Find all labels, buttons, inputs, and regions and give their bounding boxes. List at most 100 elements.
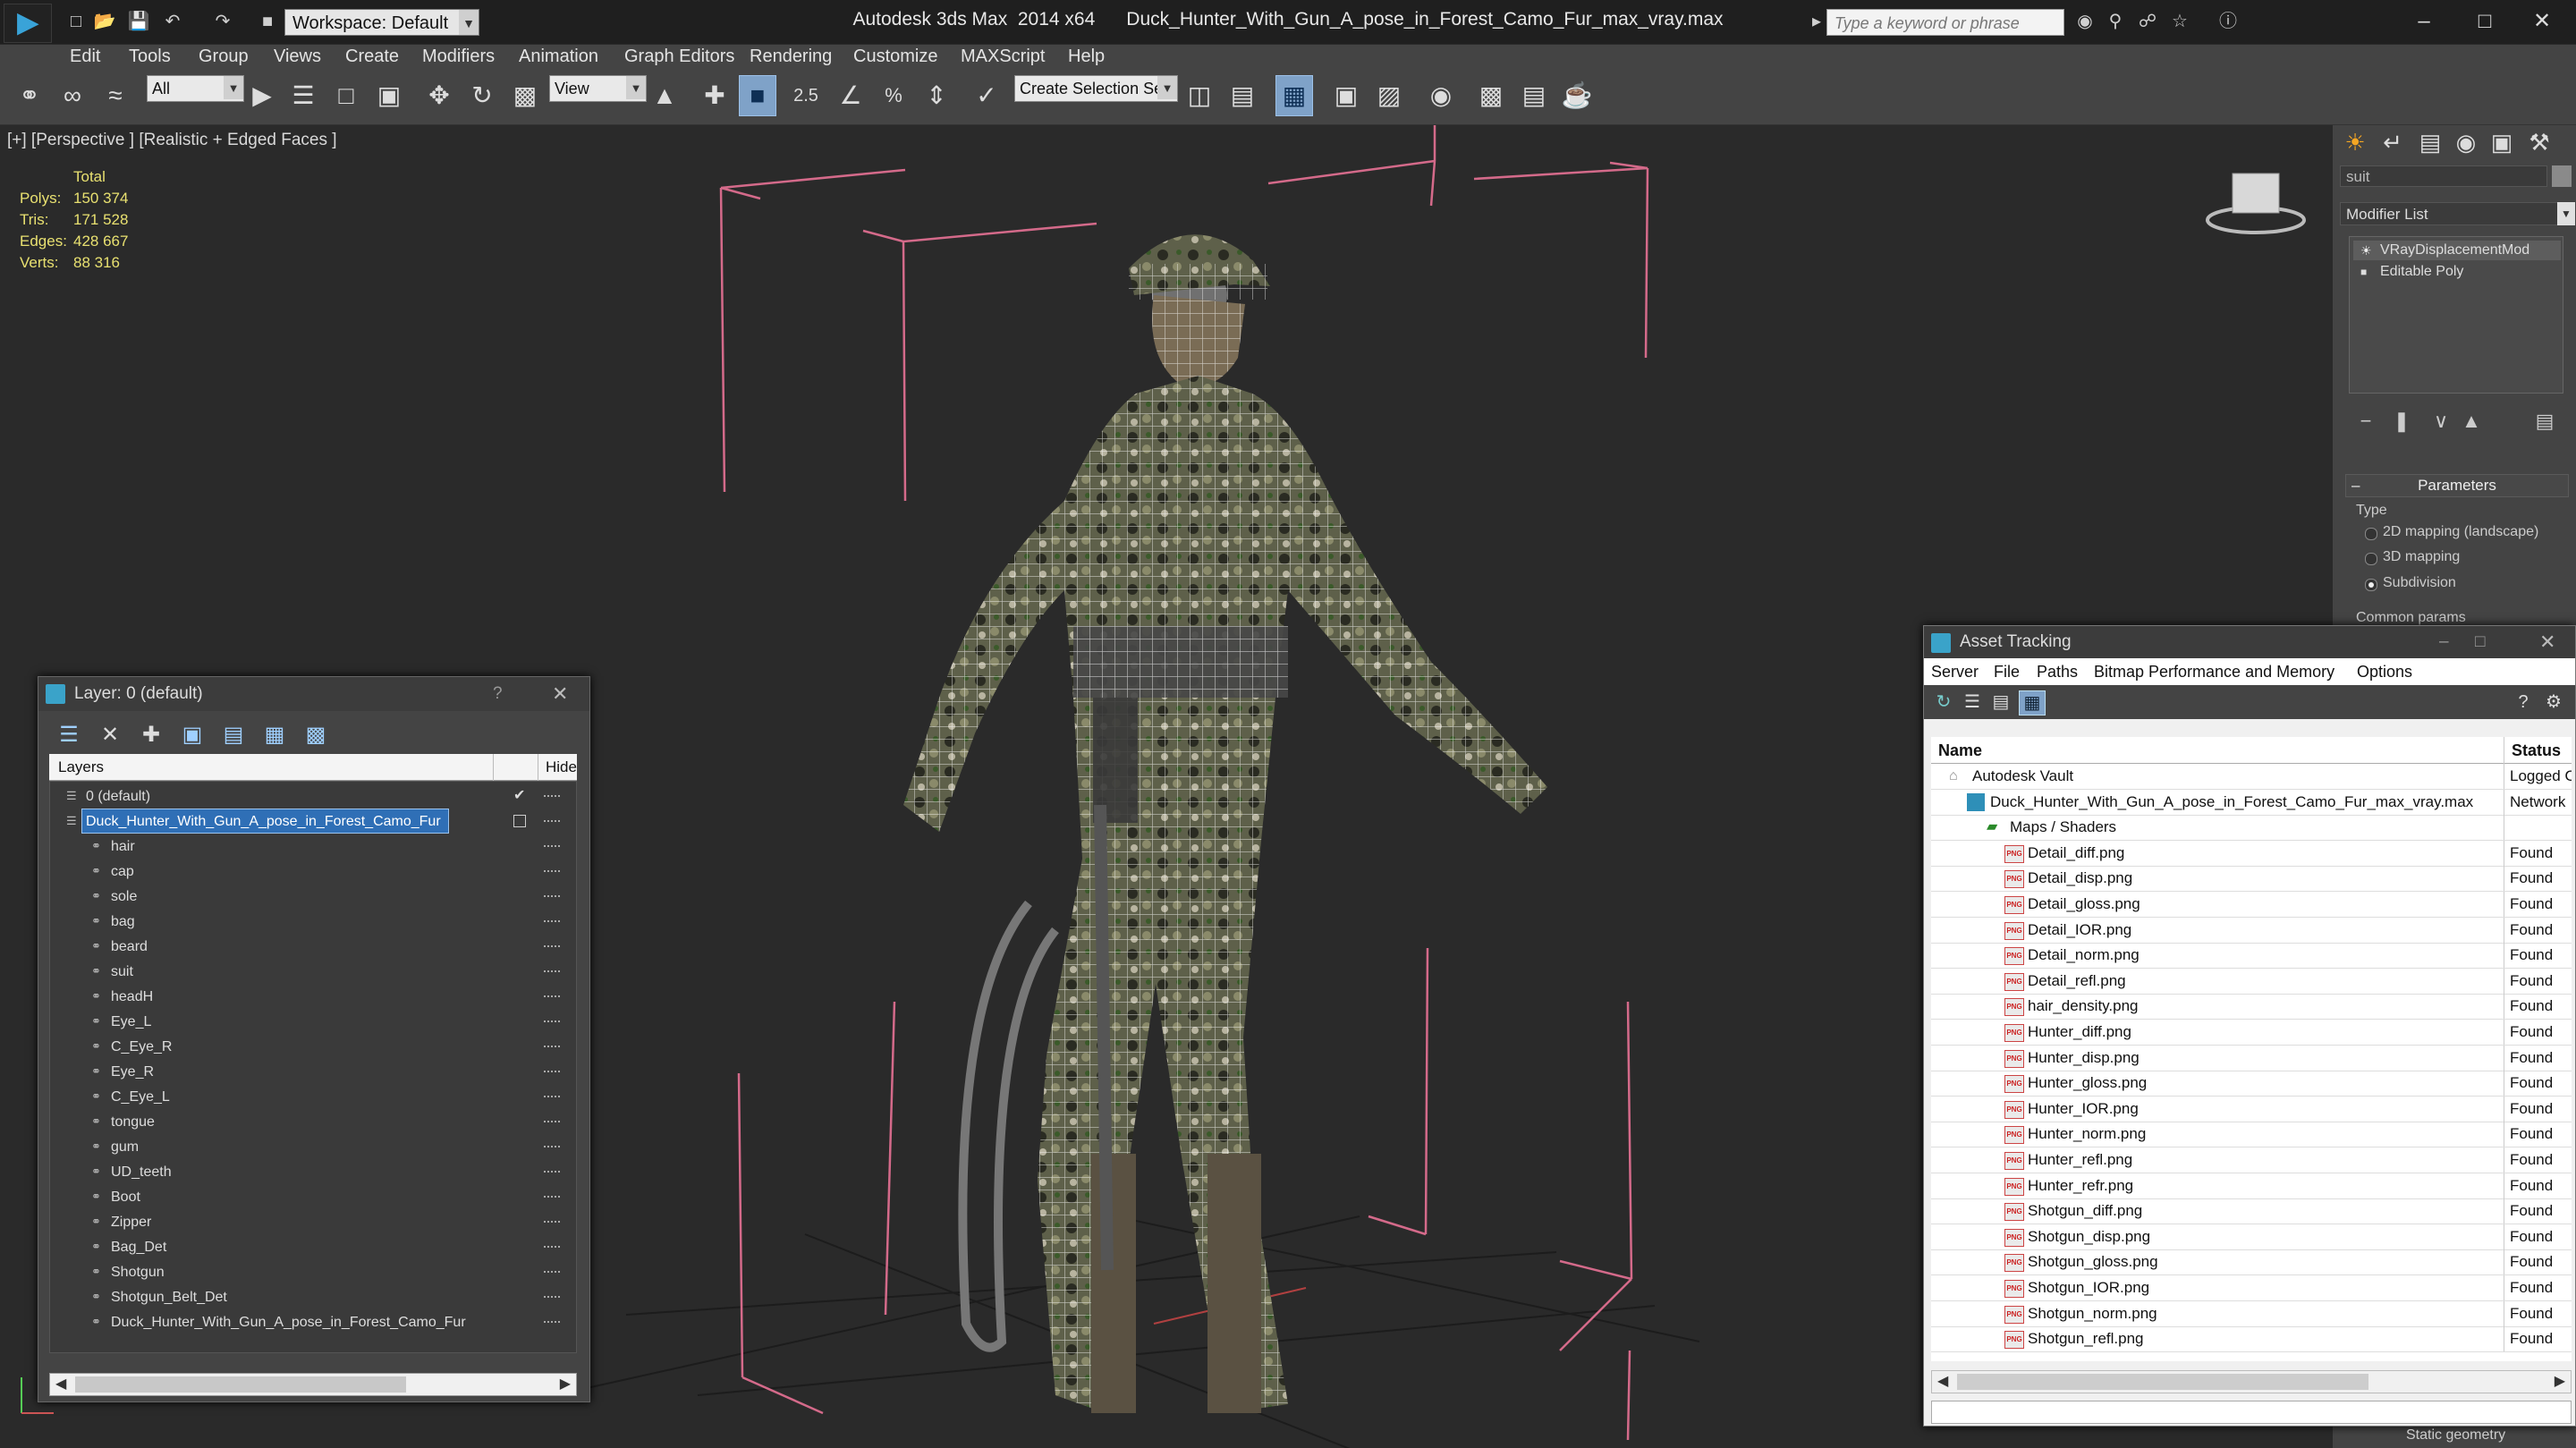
hide-toggle[interactable] — [544, 1071, 560, 1074]
menu-tools[interactable]: Tools — [129, 47, 171, 67]
list-view-icon[interactable]: ☰ — [1960, 690, 1985, 714]
asset-row[interactable]: PNG Detail_disp.png Found — [1931, 866, 2572, 893]
asset-row[interactable]: PNG Detail_refl.png Found — [1931, 968, 2572, 995]
object-color-swatch[interactable] — [2552, 165, 2572, 187]
asset-row[interactable]: PNG Detail_gloss.png Found — [1931, 892, 2572, 918]
object-name-field[interactable]: suit — [2340, 165, 2547, 187]
expand-toggle-icon[interactable]: ■ — [2360, 262, 2367, 282]
hide-toggle[interactable] — [544, 1271, 560, 1274]
maximize-button[interactable]: □ — [2475, 626, 2485, 658]
layer-object-row[interactable]: ⚭ beard — [50, 934, 576, 959]
asset-menu-options[interactable]: Options — [2357, 663, 2412, 682]
asset-row[interactable]: PNG Hunter_IOR.png Found — [1931, 1096, 2572, 1122]
asset-row[interactable]: PNG hair_density.png Found — [1931, 994, 2572, 1020]
communication-icon[interactable]: ☍ — [2136, 11, 2159, 32]
create-tab-icon[interactable]: ☀ — [2338, 127, 2372, 157]
active-layer-check-icon[interactable]: ✔ — [513, 783, 525, 809]
select-and-rotate-icon[interactable]: ↻ — [463, 75, 501, 116]
menu-views[interactable]: Views — [274, 47, 321, 67]
help-button[interactable]: ? — [493, 677, 503, 711]
asset-path-field[interactable] — [1931, 1401, 2572, 1424]
select-and-scale-icon[interactable]: ▩ — [506, 75, 544, 116]
unlink-selection-icon[interactable]: ∞ — [54, 75, 91, 116]
lightbulb-icon[interactable]: ☀ — [2360, 241, 2372, 260]
radio-3d-mapping[interactable] — [2365, 553, 2377, 565]
hide-toggle[interactable] — [544, 795, 560, 799]
favorites-star-icon[interactable]: ☆ — [2168, 11, 2191, 32]
binoculars-icon[interactable]: ◉ — [2073, 11, 2097, 32]
graphite-ribbon-icon[interactable]: ▣ — [1327, 75, 1365, 116]
scroll-right-icon[interactable]: ▶ — [2555, 1372, 2565, 1390]
table-view-icon[interactable]: ▦ — [2019, 690, 2046, 716]
asset-menu-bitmap-performance[interactable]: Bitmap Performance and Memory — [2094, 663, 2334, 682]
tree-view-icon[interactable]: ▤ — [1988, 690, 2013, 714]
asset-row[interactable]: PNG Shotgun_gloss.png Found — [1931, 1249, 2572, 1276]
layer-row-label[interactable]: suit — [107, 960, 140, 983]
asset-row[interactable]: PNG Hunter_diff.png Found — [1931, 1020, 2572, 1046]
delete-layer-icon[interactable]: ✕ — [96, 722, 124, 749]
settings-icon[interactable]: ⚙ — [2541, 690, 2566, 714]
layer-row-label[interactable]: C_Eye_L — [107, 1085, 177, 1108]
asset-row[interactable]: ⌂ Autodesk Vault Logged O — [1931, 764, 2572, 790]
select-by-name-icon[interactable]: ☰ — [284, 75, 322, 116]
layer-object-row[interactable]: ⚭ Zipper — [50, 1209, 576, 1234]
hide-all-layers-icon[interactable]: ▦ — [260, 722, 289, 749]
hide-toggle[interactable] — [544, 1171, 560, 1174]
asset-row[interactable]: ▰ Maps / Shaders — [1931, 815, 2572, 842]
show-end-result-icon[interactable]: ❚ — [2388, 410, 2415, 435]
named-selection-dropdown[interactable]: Create Selection Se ▼ — [1014, 75, 1178, 102]
asset-dialog-titlebar[interactable]: Asset Tracking – □ ✕ — [1924, 626, 2575, 658]
hide-toggle[interactable] — [544, 1221, 560, 1224]
select-and-manipulate-icon[interactable]: ✚ — [696, 75, 733, 116]
menu-customize[interactable]: Customize — [853, 47, 937, 67]
hide-toggle[interactable] — [544, 895, 560, 899]
layer-object-row[interactable]: ⚭ Boot — [50, 1184, 576, 1209]
hide-toggle[interactable] — [544, 1046, 560, 1049]
column-layers[interactable]: Layers — [58, 754, 104, 781]
hide-toggle[interactable] — [544, 1096, 560, 1099]
menu-group[interactable]: Group — [199, 47, 249, 67]
menu-maxscript[interactable]: MAXScript — [961, 47, 1045, 67]
column-name[interactable]: Name — [1938, 737, 1982, 764]
create-layer-icon[interactable]: ☰ — [55, 722, 83, 749]
layer-object-row[interactable]: ⚭ Shotgun — [50, 1259, 576, 1284]
layer-object-row[interactable]: ⚭ headH — [50, 984, 576, 1009]
utilities-tab-icon[interactable]: ⚒ — [2522, 127, 2556, 157]
parameters-rollout-header[interactable]: – Parameters — [2345, 474, 2569, 497]
layer-dialog-titlebar[interactable]: Layer: 0 (default) ? ✕ — [38, 677, 589, 711]
layer-object-row[interactable]: ⚭ C_Eye_L — [50, 1084, 576, 1109]
material-editor-icon[interactable]: ◉ — [1422, 75, 1460, 116]
hide-toggle[interactable] — [544, 1121, 560, 1124]
hide-toggle[interactable] — [544, 945, 560, 949]
modifier-list-dropdown[interactable]: Modifier List ▼ — [2340, 202, 2575, 225]
asset-row[interactable]: PNG Hunter_gloss.png Found — [1931, 1071, 2572, 1097]
hide-toggle[interactable] — [544, 920, 560, 924]
layer-row-label[interactable]: hair — [107, 834, 142, 858]
close-icon[interactable]: ✕ — [552, 677, 568, 711]
asset-menu-server[interactable]: Server — [1931, 663, 1979, 682]
layer-object-row[interactable]: ⚭ hair — [50, 834, 576, 859]
select-object-icon[interactable]: ▶ — [243, 75, 281, 116]
asset-row[interactable]: PNG Shotgun_norm.png Found — [1931, 1300, 2572, 1327]
layer-object-row[interactable]: ⚭ Eye_L — [50, 1009, 576, 1034]
scroll-left-icon[interactable]: ◀ — [55, 1375, 66, 1393]
maximize-button[interactable]: □ — [2458, 4, 2512, 39]
hierarchy-tab-icon[interactable]: ▤ — [2413, 127, 2447, 157]
layer-row-label[interactable]: Zipper — [107, 1210, 158, 1233]
radio-subdivision[interactable] — [2365, 579, 2377, 591]
select-and-move-icon[interactable]: ✥ — [420, 75, 458, 116]
hide-toggle[interactable] — [544, 845, 560, 849]
hide-toggle[interactable] — [544, 1296, 560, 1300]
asset-row[interactable]: PNG Hunter_refr.png Found — [1931, 1173, 2572, 1199]
hide-toggle[interactable] — [544, 1321, 560, 1325]
set-current-layer-checkbox[interactable] — [513, 815, 526, 827]
asset-row[interactable]: PNG Shotgun_IOR.png Found — [1931, 1275, 2572, 1301]
layer-row[interactable]: ☰ 0 (default) ✔ — [50, 783, 576, 809]
scroll-thumb[interactable] — [75, 1376, 406, 1393]
layer-object-row[interactable]: ⚭ gum — [50, 1134, 576, 1159]
radio-2d-mapping[interactable] — [2365, 528, 2377, 540]
align-icon[interactable]: ▤ — [1224, 75, 1261, 116]
column-status[interactable]: Status — [2504, 737, 2561, 764]
layer-row-label[interactable]: C_Eye_R — [107, 1035, 179, 1058]
mirror-icon[interactable]: ◫ — [1181, 75, 1218, 116]
